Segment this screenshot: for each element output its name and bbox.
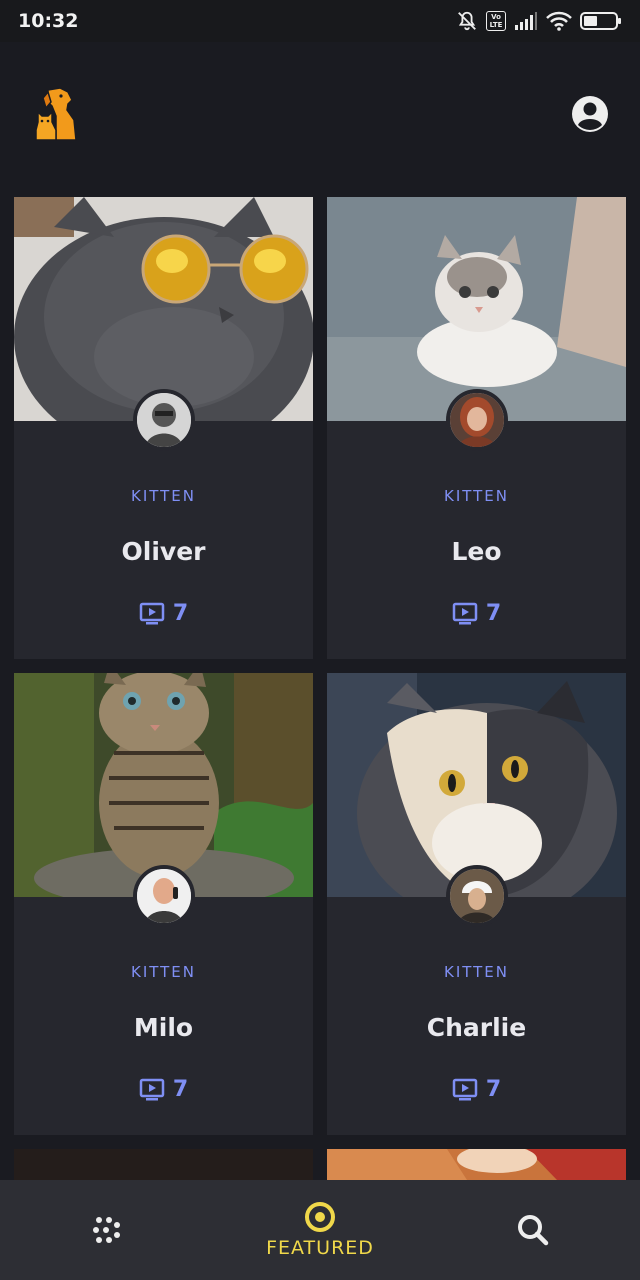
video-count: 7 (327, 1077, 626, 1102)
featured-target-icon (305, 1202, 335, 1232)
video-count: 7 (14, 601, 313, 626)
nav-search[interactable] (493, 1180, 573, 1280)
nav-featured-label: FEATURED (266, 1237, 374, 1259)
card-leo[interactable]: KITTEN Leo 7 (327, 197, 626, 659)
nav-featured[interactable]: FEATURED (250, 1180, 390, 1280)
search-icon (518, 1215, 549, 1246)
card-image (14, 197, 313, 421)
card-name: Charlie (426, 1013, 527, 1042)
card-video-count: 7 (485, 601, 502, 626)
status-time: 10:32 (18, 10, 79, 32)
kitten-photo-sofa (327, 197, 626, 421)
card-name: Leo (451, 537, 502, 566)
owner-avatar[interactable] (446, 389, 508, 451)
card-image (327, 1145, 626, 1180)
card-image (327, 673, 626, 897)
card-category: KITTEN (443, 487, 510, 505)
volte-icon: Vo LTE (486, 11, 506, 31)
cat-photo-sunglasses (14, 197, 313, 421)
video-icon (139, 602, 165, 624)
card-name: Milo (133, 1013, 194, 1042)
mute-icon (458, 11, 476, 31)
card-video-count: 7 (172, 601, 189, 626)
card-category: KITTEN (130, 487, 197, 505)
account-icon[interactable] (571, 95, 609, 133)
card-milo[interactable]: KITTEN Milo 7 (14, 673, 313, 1135)
card-image (14, 1149, 313, 1180)
wifi-icon (546, 11, 572, 31)
card-category: KITTEN (443, 963, 510, 981)
owner-avatar[interactable] (133, 389, 195, 451)
card-image (14, 673, 313, 897)
grid-dots-icon (93, 1217, 120, 1243)
nav-browse[interactable] (67, 1180, 147, 1280)
signal-icon (515, 12, 537, 30)
card-charlie[interactable]: KITTEN Charlie 7 (327, 673, 626, 1135)
video-icon (139, 1078, 165, 1100)
owner-avatar[interactable] (446, 865, 508, 927)
bottom-nav: FEATURED (0, 1180, 640, 1280)
card-category: KITTEN (130, 963, 197, 981)
video-count: 7 (327, 601, 626, 626)
video-count: 7 (14, 1077, 313, 1102)
status-icons: Vo LTE (456, 10, 622, 32)
card-oliver[interactable]: KITTEN Oliver 7 (14, 197, 313, 659)
owner-avatar[interactable] (133, 865, 195, 927)
video-icon (452, 1078, 478, 1100)
fluffy-cat-photo (327, 673, 626, 897)
tabby-kitten-photo (14, 673, 313, 897)
app-bar (0, 42, 640, 192)
card-name: Oliver (121, 537, 206, 566)
pet-logo-icon[interactable] (34, 86, 80, 142)
video-icon (452, 602, 478, 624)
battery-icon (580, 12, 621, 30)
card-video-count: 7 (172, 1077, 189, 1102)
card-image (327, 197, 626, 421)
status-bar: 10:32 Vo LTE (0, 0, 640, 42)
card-video-count: 7 (485, 1077, 502, 1102)
